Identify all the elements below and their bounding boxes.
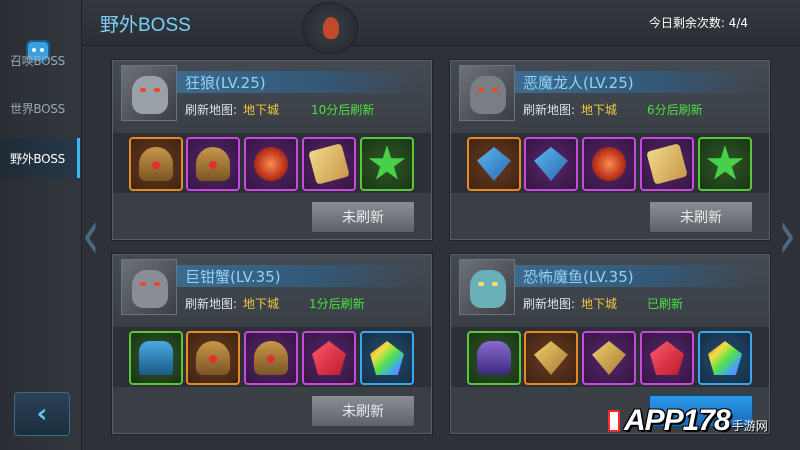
- not-refreshed-button[interactable]: 未刷新: [311, 201, 415, 233]
- reward-item[interactable]: [186, 137, 240, 191]
- reward-item[interactable]: [582, 137, 636, 191]
- helmet-icon: [254, 341, 288, 375]
- boss-card: 巨钳蟹(LV.35) 刷新地图: 地下城 1分后刷新 未刷新: [112, 254, 432, 434]
- orb-icon: [592, 147, 626, 181]
- reward-item[interactable]: [640, 137, 694, 191]
- reward-item[interactable]: [302, 137, 356, 191]
- refresh-timer: 1分后刷新: [309, 297, 365, 311]
- reward-item[interactable]: [698, 331, 752, 385]
- watermark-brand: APP178: [624, 404, 731, 437]
- rainbow-gem-icon: [708, 341, 742, 375]
- refresh-timer: 6分后刷新: [647, 103, 703, 117]
- page-title: 野外BOSS: [100, 15, 191, 36]
- boss-card: 恶魔龙人(LV.25) 刷新地图: 地下城 6分后刷新 未刷新: [450, 60, 770, 240]
- sidebar-item-summon-boss[interactable]: 召唤BOSS: [0, 40, 80, 80]
- scroll-icon: [308, 143, 350, 185]
- amulet-icon: [477, 147, 511, 181]
- reward-item[interactable]: [698, 137, 752, 191]
- armor-icon: [139, 341, 173, 375]
- app178-watermark: APP178 手游网: [608, 398, 794, 444]
- chevron-left-icon: ‹: [36, 399, 48, 429]
- sidebar-item-label: 世界BOSS: [10, 101, 65, 116]
- reward-item[interactable]: [467, 331, 521, 385]
- sidebar: 召唤BOSS 世界BOSS 野外BOSS ‹: [0, 0, 82, 450]
- refresh-map: 刷新地图: 地下城: [523, 103, 618, 117]
- boss-portrait: [459, 65, 515, 121]
- rainbow-gem-icon: [370, 341, 404, 375]
- reward-item[interactable]: [360, 331, 414, 385]
- amulet-icon: [534, 341, 568, 375]
- helmet-icon: [196, 147, 230, 181]
- refresh-timer: 已刷新: [647, 297, 684, 311]
- boss-card: 狂狼(LV.25) 刷新地图: 地下城 10分后刷新 未刷新: [112, 60, 432, 240]
- gem-icon: [650, 341, 684, 375]
- reward-item[interactable]: [360, 137, 414, 191]
- reward-item[interactable]: [129, 137, 183, 191]
- boss-name: 恐怖魔鱼(LV.35): [523, 268, 634, 286]
- boss-name: 狂狼(LV.25): [185, 74, 266, 92]
- boss-name: 恶魔龙人(LV.25): [523, 74, 634, 92]
- sidebar-item-label: 野外BOSS: [10, 151, 65, 166]
- back-button[interactable]: ‹: [14, 392, 70, 436]
- watermark-sub: 手游网: [731, 418, 768, 433]
- amulet-icon: [534, 147, 568, 181]
- creature-icon: [477, 341, 511, 375]
- helmet-icon: [139, 147, 173, 181]
- not-refreshed-button[interactable]: 未刷新: [649, 201, 753, 233]
- reward-item[interactable]: [244, 137, 298, 191]
- boss-portrait: [459, 259, 515, 315]
- sidebar-item-world-boss[interactable]: 世界BOSS: [0, 88, 80, 128]
- scroll-icon: [646, 143, 688, 185]
- amulet-icon: [592, 341, 626, 375]
- boss-portrait: [121, 65, 177, 121]
- reward-item[interactable]: [640, 331, 694, 385]
- not-refreshed-button[interactable]: 未刷新: [311, 395, 415, 427]
- refresh-map: 刷新地图: 地下城: [185, 297, 280, 311]
- refresh-map: 刷新地图: 地下城: [523, 297, 618, 311]
- orb-icon: [254, 147, 288, 181]
- refresh-map: 刷新地图: 地下城: [185, 103, 280, 117]
- helmet-icon: [196, 341, 230, 375]
- gem-icon: [312, 341, 346, 375]
- star-icon: [368, 145, 406, 180]
- boss-portrait: [121, 259, 177, 315]
- chevron-left-icon[interactable]: ‹: [82, 195, 100, 277]
- emblem-icon: [302, 2, 358, 54]
- star-icon: [706, 145, 744, 180]
- phone-icon: [608, 410, 620, 432]
- remaining-attempts-counter: 今日剩余次数: 4/4: [648, 16, 748, 30]
- reward-item[interactable]: [524, 331, 578, 385]
- sidebar-item-field-boss[interactable]: 野外BOSS: [0, 138, 80, 178]
- chevron-right-icon[interactable]: ›: [778, 195, 796, 277]
- refresh-timer: 10分后刷新: [311, 103, 375, 117]
- reward-item[interactable]: [129, 331, 183, 385]
- reward-item[interactable]: [582, 331, 636, 385]
- reward-item[interactable]: [244, 331, 298, 385]
- reward-item[interactable]: [186, 331, 240, 385]
- reward-item[interactable]: [302, 331, 356, 385]
- sidebar-item-label: 召唤BOSS: [10, 53, 65, 68]
- reward-item[interactable]: [467, 137, 521, 191]
- reward-item[interactable]: [524, 137, 578, 191]
- boss-name: 巨钳蟹(LV.35): [185, 268, 281, 286]
- header: 野外BOSS 今日剩余次数: 4/4: [82, 0, 800, 54]
